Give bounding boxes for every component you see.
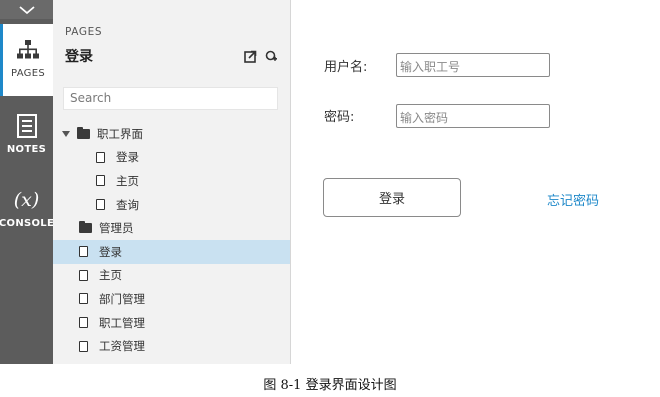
username-input[interactable]: 输入职工号 bbox=[396, 53, 550, 77]
password-input[interactable]: 输入密码 bbox=[396, 104, 550, 128]
tab-pages[interactable]: PAGES bbox=[0, 24, 53, 96]
folder-icon bbox=[79, 221, 93, 234]
tree-label: 主页 bbox=[116, 173, 139, 188]
tab-console-label: CONSOLE bbox=[0, 218, 55, 229]
username-label: 用户名: bbox=[324, 60, 368, 75]
tree-label: 职工管理 bbox=[99, 315, 145, 330]
tab-notes[interactable]: NOTES bbox=[0, 100, 53, 172]
panel-title: PAGES bbox=[65, 26, 103, 38]
tab-console[interactable]: (x) CONSOLE bbox=[0, 174, 55, 246]
add-page-icon[interactable] bbox=[265, 48, 278, 67]
tree-label: 主页 bbox=[99, 268, 122, 283]
figure-caption: 图 8-1 登录界面设计图 bbox=[263, 378, 397, 393]
tree-label: 登录 bbox=[116, 150, 139, 165]
panel-tools bbox=[244, 48, 278, 67]
tree-label: 登录 bbox=[99, 244, 122, 259]
notes-icon bbox=[16, 114, 37, 138]
tree-folder-employee[interactable]: 职工界面 bbox=[53, 122, 290, 146]
current-page-name: 登录 bbox=[65, 49, 93, 65]
folder-icon bbox=[77, 126, 91, 139]
page-icon bbox=[79, 246, 93, 258]
search-input[interactable]: Search bbox=[63, 87, 278, 110]
collapse-toggle[interactable] bbox=[0, 0, 53, 19]
tree-item[interactable]: 职工管理 bbox=[53, 311, 290, 335]
page-icon bbox=[79, 293, 93, 305]
page-icon bbox=[79, 340, 93, 352]
tree-item[interactable]: 部门管理 bbox=[53, 287, 290, 311]
sitemap-icon bbox=[17, 38, 39, 62]
page-icon bbox=[96, 175, 110, 187]
login-button[interactable]: 登录 bbox=[323, 178, 461, 217]
password-label: 密码: bbox=[324, 110, 355, 125]
tree-item[interactable]: 工资管理 bbox=[53, 334, 290, 358]
design-canvas: 用户名: 输入职工号 密码: 输入密码 登录 忘记密码 bbox=[291, 0, 660, 364]
chevron-down-icon bbox=[18, 0, 35, 19]
tree-item[interactable]: 查询 bbox=[53, 193, 290, 217]
page-icon bbox=[96, 151, 110, 163]
tree-folder-admin[interactable]: 管理员 bbox=[53, 216, 290, 240]
page-icon bbox=[79, 317, 93, 329]
tree-item[interactable]: 主页 bbox=[53, 169, 290, 193]
tree-label: 管理员 bbox=[99, 221, 134, 236]
forgot-password-link[interactable]: 忘记密码 bbox=[547, 190, 599, 209]
page-icon bbox=[96, 199, 110, 211]
tree-label: 部门管理 bbox=[99, 291, 145, 306]
page-icon bbox=[79, 269, 93, 281]
tree-item[interactable]: 登录 bbox=[53, 146, 290, 170]
variable-x-icon: (x) bbox=[13, 189, 40, 211]
page-tree: 职工界面 登录 主页 查询 管理员 登录 主页 部门管理 职工管理 工资管理 bbox=[53, 122, 290, 358]
tree-label: 查询 bbox=[116, 197, 139, 212]
pages-panel: PAGES 登录 Search 职工界面 登录 主页 查询 管理员 登录 主页 … bbox=[53, 0, 291, 364]
tab-pages-label: PAGES bbox=[11, 68, 45, 79]
export-icon[interactable] bbox=[244, 48, 257, 67]
left-rail: PAGES NOTES (x) CONSOLE bbox=[0, 0, 55, 364]
tree-label: 工资管理 bbox=[99, 339, 145, 354]
tab-notes-label: NOTES bbox=[6, 144, 47, 155]
caret-down-icon[interactable] bbox=[61, 130, 71, 137]
tree-item[interactable]: 主页 bbox=[53, 264, 290, 288]
tree-item-selected[interactable]: 登录 bbox=[53, 239, 290, 264]
tree-label: 职工界面 bbox=[97, 126, 143, 141]
